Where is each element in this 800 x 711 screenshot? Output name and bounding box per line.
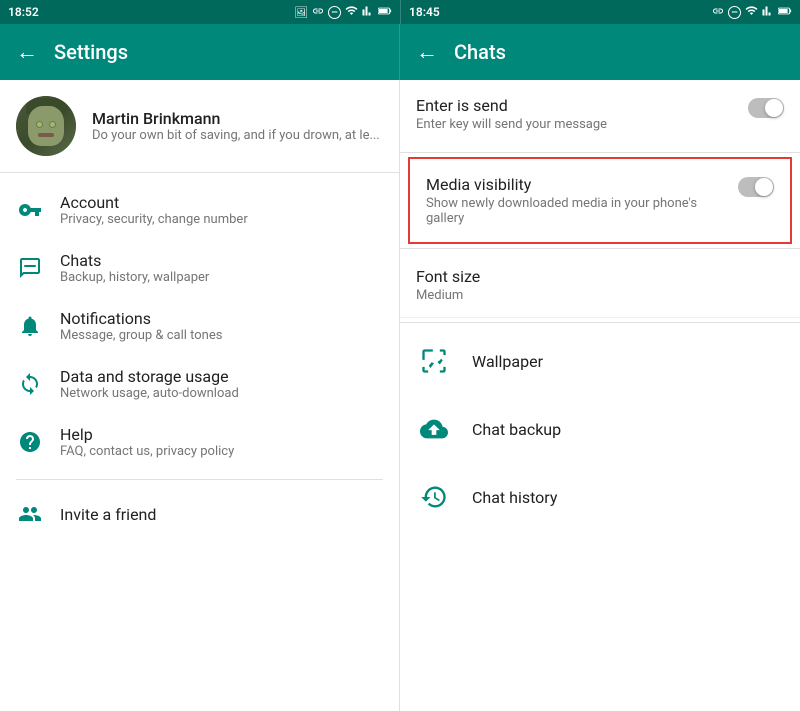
bell-icon <box>16 312 44 340</box>
divider-3 <box>400 322 800 323</box>
media-visibility-item[interactable]: Media visibility Show newly downloaded m… <box>408 157 792 244</box>
left-status-icons: 🖼 – <box>294 4 392 20</box>
signal-icon-left <box>362 5 374 20</box>
right-status-bar: 18:45 – <box>400 0 800 24</box>
link-icon-right <box>712 5 724 20</box>
minus-circle-icon-right: – <box>728 6 741 19</box>
enter-is-send-title: Enter is send <box>416 96 732 115</box>
settings-title: Settings <box>54 40 128 64</box>
font-size-item[interactable]: Font size Medium <box>400 253 800 318</box>
help-icon <box>16 428 44 456</box>
data-title: Data and storage usage <box>60 367 383 386</box>
wifi-icon-right <box>745 4 758 20</box>
font-size-title: Font size <box>416 267 784 286</box>
right-time: 18:45 <box>409 5 440 19</box>
account-text: Account Privacy, security, change number <box>60 193 383 227</box>
help-subtitle: FAQ, contact us, privacy policy <box>60 444 383 459</box>
divider-1 <box>400 152 800 153</box>
notifications-subtitle: Message, group & call tones <box>60 328 383 343</box>
sidebar-item-data[interactable]: Data and storage usage Network usage, au… <box>0 355 399 413</box>
chats-text: Chats Backup, history, wallpaper <box>60 251 383 285</box>
profile-status: Do your own bit of saving, and if you dr… <box>92 128 383 143</box>
sidebar-item-invite[interactable]: Invite a friend <box>0 488 399 540</box>
wifi-icon <box>345 4 358 20</box>
photo-icon: 🖼 <box>294 6 308 19</box>
media-visibility-subtitle: Show newly downloaded media in your phon… <box>426 196 722 226</box>
notifications-title: Notifications <box>60 309 383 328</box>
enter-is-send-toggle[interactable] <box>748 98 784 118</box>
chats-panel: Enter is send Enter key will send your m… <box>400 80 800 711</box>
media-visibility-title: Media visibility <box>426 175 722 194</box>
settings-panel: Martin Brinkmann Do your own bit of savi… <box>0 80 400 711</box>
chats-header: ← Chats <box>400 24 800 80</box>
minus-circle-icon: – <box>328 6 341 19</box>
invite-text: Invite a friend <box>60 505 383 524</box>
history-icon <box>416 479 452 515</box>
battery-icon-right <box>778 5 792 20</box>
chat-backup-item[interactable]: Chat backup <box>400 395 800 463</box>
account-subtitle: Privacy, security, change number <box>60 212 383 227</box>
sidebar-item-chats[interactable]: Chats Backup, history, wallpaper <box>0 239 399 297</box>
wallpaper-item[interactable]: Wallpaper <box>400 327 800 395</box>
chat-icon <box>16 254 44 282</box>
menu-divider <box>16 479 383 480</box>
data-text: Data and storage usage Network usage, au… <box>60 367 383 401</box>
settings-back-button[interactable]: ← <box>16 39 38 65</box>
sidebar-item-account[interactable]: Account Privacy, security, change number <box>0 181 399 239</box>
help-title: Help <box>60 425 383 444</box>
right-status-icons: – <box>712 4 792 20</box>
profile-info: Martin Brinkmann Do your own bit of savi… <box>92 109 383 143</box>
signal-icon-right <box>762 5 774 20</box>
profile-name: Martin Brinkmann <box>92 109 383 128</box>
enter-is-send-subtitle: Enter key will send your message <box>416 117 732 132</box>
chat-history-item[interactable]: Chat history <box>400 463 800 531</box>
chats-title: Chats <box>454 40 506 64</box>
left-time: 18:52 <box>8 5 39 19</box>
settings-header: ← Settings <box>0 24 400 80</box>
chats-back-button[interactable]: ← <box>416 39 438 65</box>
media-visibility-toggle[interactable] <box>738 177 774 197</box>
help-text: Help FAQ, contact us, privacy policy <box>60 425 383 459</box>
chat-backup-title: Chat backup <box>472 420 561 439</box>
avatar <box>16 96 76 156</box>
divider-2 <box>400 248 800 249</box>
font-size-value: Medium <box>416 288 784 303</box>
left-status-bar: 18:52 🖼 – <box>0 0 400 24</box>
invite-icon <box>16 500 44 528</box>
backup-icon <box>416 411 452 447</box>
enter-is-send-item[interactable]: Enter is send Enter key will send your m… <box>400 80 800 148</box>
data-subtitle: Network usage, auto-download <box>60 386 383 401</box>
chat-history-title: Chat history <box>472 488 557 507</box>
wallpaper-icon <box>416 343 452 379</box>
sidebar-item-help[interactable]: Help FAQ, contact us, privacy policy <box>0 413 399 471</box>
settings-menu: Account Privacy, security, change number… <box>0 173 399 548</box>
battery-icon-left <box>378 5 392 20</box>
wallpaper-title: Wallpaper <box>472 352 543 371</box>
invite-title: Invite a friend <box>60 505 383 524</box>
account-title: Account <box>60 193 383 212</box>
data-icon <box>16 370 44 398</box>
profile-section[interactable]: Martin Brinkmann Do your own bit of savi… <box>0 80 399 173</box>
link-icon <box>312 5 324 20</box>
sidebar-item-notifications[interactable]: Notifications Message, group & call tone… <box>0 297 399 355</box>
notifications-text: Notifications Message, group & call tone… <box>60 309 383 343</box>
avatar-face <box>28 106 64 146</box>
chats-subtitle: Backup, history, wallpaper <box>60 270 383 285</box>
key-icon <box>16 196 44 224</box>
chats-title-menu: Chats <box>60 251 383 270</box>
